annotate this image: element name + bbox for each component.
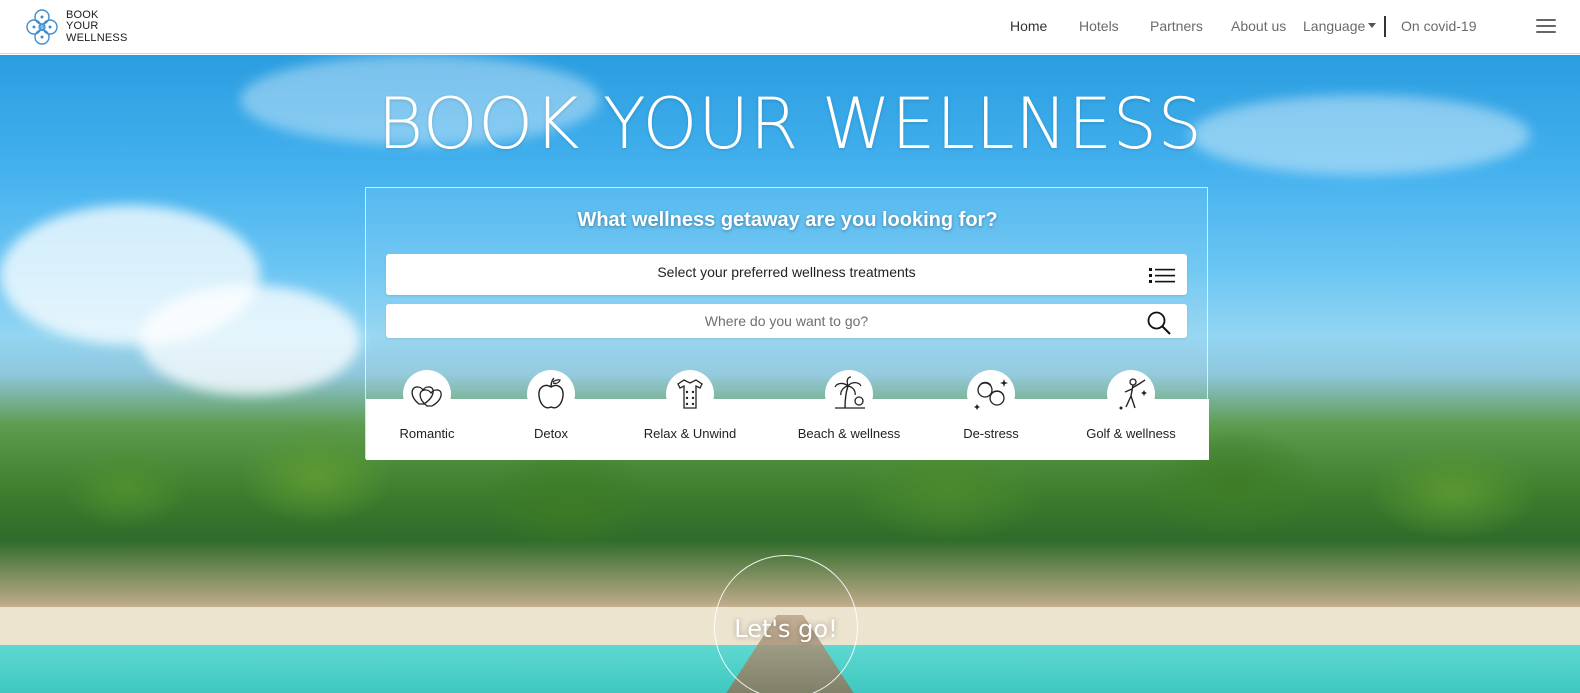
cloud-shape: [140, 285, 360, 395]
category-icon-circle: [403, 370, 451, 418]
category-romantic[interactable]: Romantic: [382, 370, 472, 441]
language-label: Language: [1303, 18, 1366, 34]
nav-partners[interactable]: Partners: [1150, 18, 1203, 34]
caret-down-icon: [1368, 22, 1377, 28]
lets-go-label: Let's go!: [734, 615, 838, 643]
category-icon-circle: [967, 370, 1015, 418]
destination-input[interactable]: Where do you want to go?: [386, 304, 1187, 338]
nav-divider: [1384, 16, 1386, 37]
category-icon-circle: [527, 370, 575, 418]
nav-home[interactable]: Home: [1010, 18, 1047, 34]
category-label: Golf & wellness: [1086, 426, 1176, 441]
hearts-icon: [411, 386, 442, 407]
palm-beach-icon: [834, 376, 865, 409]
category-icon-circle: [825, 370, 873, 418]
faces-icon: [974, 379, 1008, 410]
massage-icon: [677, 379, 703, 409]
search-question: What wellness getaway are you looking fo…: [577, 209, 998, 231]
category-de-stress[interactable]: De-stress: [956, 370, 1026, 441]
nav-hotels[interactable]: Hotels: [1079, 18, 1119, 34]
category-detox[interactable]: Detox: [511, 370, 591, 441]
apple-icon: [538, 377, 564, 409]
category-beach-wellness[interactable]: Beach & wellness: [791, 370, 907, 441]
search-icon[interactable]: [1146, 310, 1172, 336]
category-label: Relax & Unwind: [643, 426, 737, 441]
category-golf-wellness[interactable]: Golf & wellness: [1076, 370, 1186, 441]
category-label: Detox: [534, 426, 568, 441]
treatments-select[interactable]: Select your preferred wellness treatment…: [386, 254, 1187, 295]
language-dropdown[interactable]: Language: [1303, 18, 1377, 34]
nav-covid[interactable]: On covid-19: [1401, 18, 1476, 34]
lets-go-button[interactable]: Let's go!: [714, 555, 858, 693]
hero-title: BOOK YOUR WELLNESS: [377, 83, 1203, 165]
category-relax-unwind[interactable]: Relax & Unwind: [632, 370, 748, 441]
nav-links: Home Hotels Partners About us Language O…: [0, 0, 1580, 54]
top-navbar: BOOK YOUR WELLNESS Home Hotels Partners …: [0, 0, 1580, 54]
treatments-label: Select your preferred wellness treatment…: [657, 264, 916, 280]
category-label: Romantic: [399, 426, 455, 441]
category-icon-circle: [666, 370, 714, 418]
category-label: Beach & wellness: [797, 426, 901, 441]
category-icon-circle: [1107, 370, 1155, 418]
golfer-icon: [1119, 378, 1147, 410]
hamburger-menu-icon[interactable]: [1536, 19, 1556, 35]
list-icon: [1149, 268, 1175, 283]
hero-banner: BOOK YOUR WELLNESS What wellness getaway…: [0, 55, 1580, 693]
search-panel: What wellness getaway are you looking fo…: [365, 187, 1209, 460]
nav-about[interactable]: About us: [1231, 18, 1286, 34]
category-label: De-stress: [963, 426, 1019, 441]
destination-placeholder: Where do you want to go?: [704, 313, 869, 329]
